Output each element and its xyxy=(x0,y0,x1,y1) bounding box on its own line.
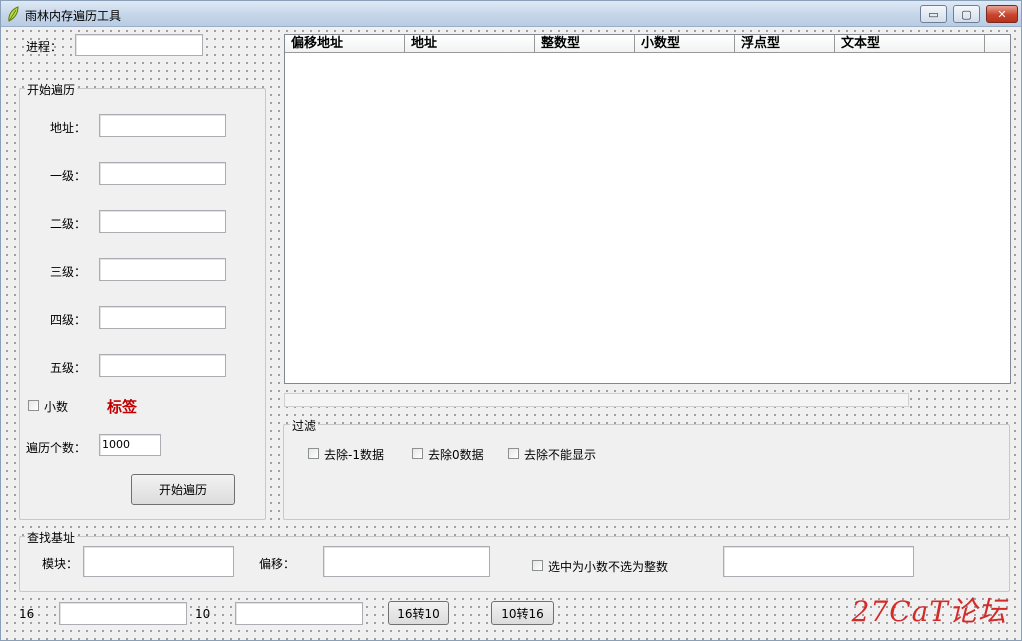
offset-label: 偏移： xyxy=(259,557,296,571)
app-leaf-icon xyxy=(8,6,19,22)
decimal-checkbox-label: 小数 xyxy=(44,400,69,414)
results-table-header: 偏移地址 地址 整数型 小数型 浮点型 文本型 xyxy=(285,35,1010,53)
level1-input[interactable] xyxy=(99,162,226,185)
hex-to-dec-label: 16转10 xyxy=(397,606,440,621)
module-input[interactable] xyxy=(83,546,234,577)
col-offset-address[interactable]: 偏移地址 xyxy=(285,35,405,53)
dec-to-hex-label: 10转16 xyxy=(501,606,544,621)
offset-input[interactable] xyxy=(323,546,490,577)
col-decimal[interactable]: 小数型 xyxy=(635,35,735,53)
traverse-group-title: 开始遍历 xyxy=(25,81,78,98)
decimal-mode-label: 选中为小数不选为整数 xyxy=(548,560,669,574)
base-address-group-title: 查找基址 xyxy=(25,529,78,546)
level4-label: 四级： xyxy=(50,313,87,327)
level3-input[interactable] xyxy=(99,258,226,281)
level4-input[interactable] xyxy=(99,306,226,329)
hex-to-dec-button[interactable]: 16转10 xyxy=(388,601,449,625)
filter-minus1-label: 去除-1数据 xyxy=(324,448,384,462)
decimal-mode-checkbox[interactable] xyxy=(532,560,543,571)
window-title: 雨林内存遍历工具 xyxy=(25,9,122,23)
address-label: 地址： xyxy=(50,121,87,135)
filter-zero-checkbox[interactable] xyxy=(412,448,423,459)
tag-label: 标签 xyxy=(107,398,138,416)
base-result-output[interactable] xyxy=(723,546,914,577)
start-traverse-label: 开始遍历 xyxy=(158,483,207,497)
col-float[interactable]: 浮点型 xyxy=(735,35,835,53)
hex-input[interactable] xyxy=(59,602,187,625)
dec-input[interactable] xyxy=(235,602,363,625)
start-traverse-button[interactable]: 开始遍历 xyxy=(131,474,235,505)
horizontal-scrollbar[interactable] xyxy=(284,393,909,407)
level2-label: 二级： xyxy=(50,217,87,231)
col-address[interactable]: 地址 xyxy=(405,35,535,53)
filter-group-title: 过滤 xyxy=(290,417,319,434)
filter-group xyxy=(283,424,1010,520)
filter-minus1-checkbox[interactable] xyxy=(308,448,319,459)
level5-input[interactable] xyxy=(99,354,226,377)
level1-label: 一级： xyxy=(50,169,87,183)
minimize-button[interactable]: ▭ xyxy=(920,5,947,23)
module-label: 模块： xyxy=(42,557,79,571)
process-label: 进程： xyxy=(26,40,63,54)
decimal-checkbox[interactable] xyxy=(28,400,39,411)
filter-undisplayable-checkbox[interactable] xyxy=(508,448,519,459)
dec-label: 10 xyxy=(195,607,211,621)
title-bar[interactable]: 雨林内存遍历工具 ▭ ▢ ✕ xyxy=(1,1,1021,27)
close-button[interactable]: ✕ xyxy=(986,5,1018,23)
maximize-icon: ▢ xyxy=(961,7,972,21)
process-input[interactable] xyxy=(75,34,203,56)
count-label: 遍历个数： xyxy=(26,441,87,455)
count-input[interactable]: 1000 xyxy=(99,434,161,456)
level3-label: 三级： xyxy=(50,265,87,279)
results-table[interactable]: 偏移地址 地址 整数型 小数型 浮点型 文本型 xyxy=(284,34,1011,384)
close-icon: ✕ xyxy=(997,7,1007,21)
level5-label: 五级： xyxy=(50,361,87,375)
address-input[interactable] xyxy=(99,114,226,137)
level2-input[interactable] xyxy=(99,210,226,233)
col-integer[interactable]: 整数型 xyxy=(535,35,635,53)
hex-label: 16 xyxy=(19,607,35,621)
col-text[interactable]: 文本型 xyxy=(835,35,985,53)
watermark-logo: 27CaT论坛 xyxy=(851,595,1007,628)
col-filler xyxy=(985,35,1010,53)
maximize-button[interactable]: ▢ xyxy=(953,5,980,23)
dec-to-hex-button[interactable]: 10转16 xyxy=(491,601,554,625)
main-window: 雨林内存遍历工具 ▭ ▢ ✕ 进程： 开始遍历 地址： 一级： 二级： 三级： … xyxy=(0,0,1022,641)
minimize-icon: ▭ xyxy=(928,7,939,21)
filter-undisplayable-label: 去除不能显示 xyxy=(524,448,597,462)
filter-zero-label: 去除0数据 xyxy=(428,448,484,462)
